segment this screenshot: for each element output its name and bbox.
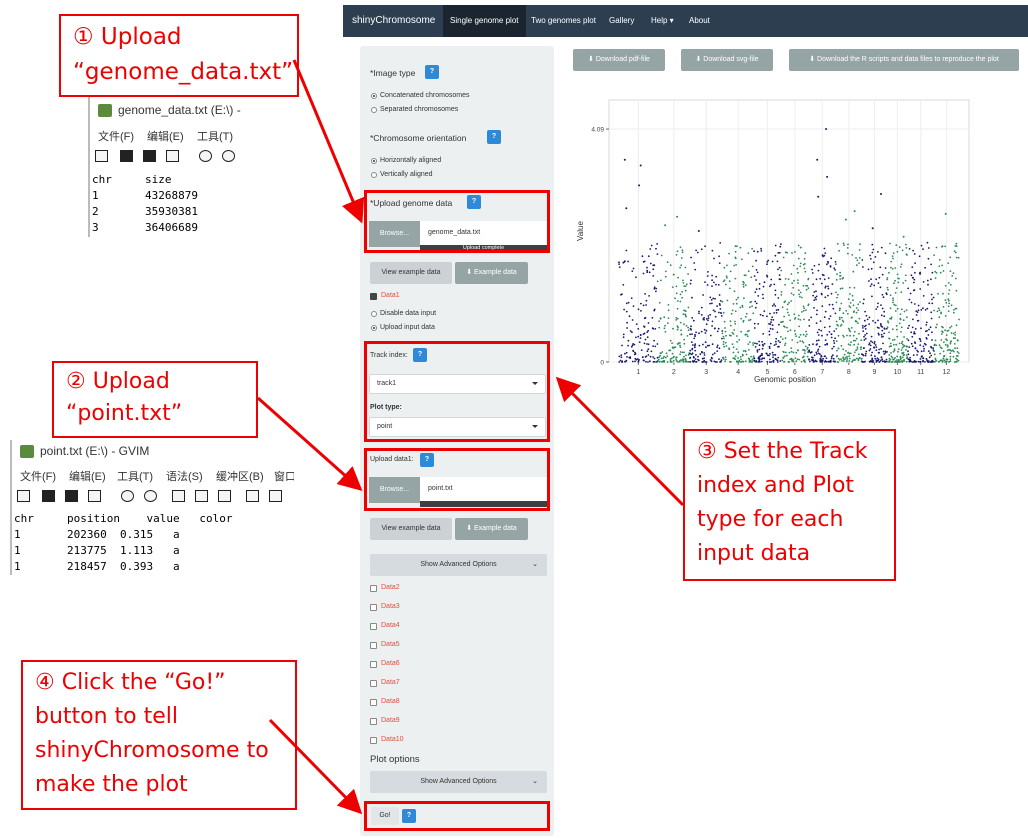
- arrow-1: [292, 59, 365, 224]
- arrow-3: [555, 376, 685, 507]
- arrow-4: [268, 718, 363, 815]
- arrows-overlay: [257, 59, 685, 815]
- arrow-2: [257, 396, 363, 491]
